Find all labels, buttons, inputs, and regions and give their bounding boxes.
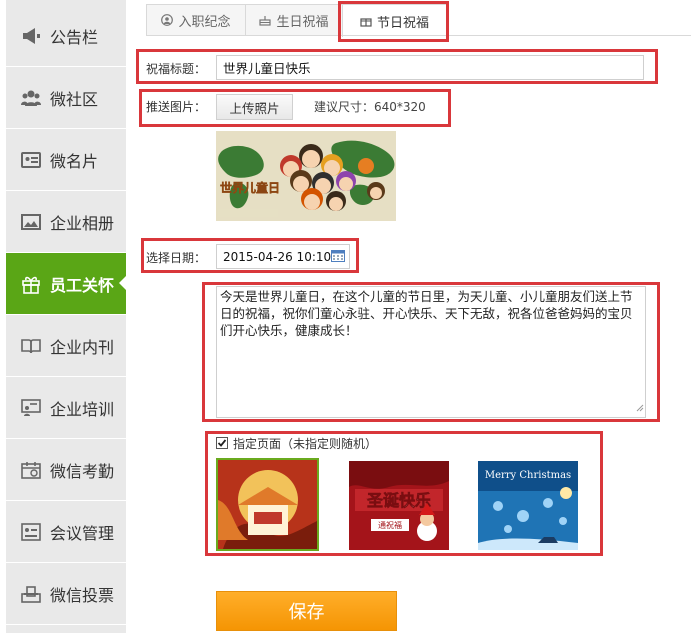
sidebar-item-meeting[interactable]: 会议管理 — [6, 501, 126, 563]
sidebar-item-album[interactable]: 企业相册 — [6, 191, 126, 253]
message-text: 今天是世界儿童日，在这个儿童的节日里，为天儿童、小儿童朋友们送上节日的祝福，祝你… — [220, 289, 633, 338]
template-thumbnail-1[interactable] — [216, 458, 319, 551]
sidebar-item-training[interactable]: 企业培训 — [6, 377, 126, 439]
cake-icon — [259, 14, 272, 26]
message-textarea[interactable]: 今天是世界儿童日，在这个儿童的节日里，为天儿童、小儿童朋友们送上节日的祝福，祝你… — [216, 286, 646, 418]
date-input[interactable]: 2015-04-26 10:10 — [216, 244, 350, 269]
size-hint: 建议尺寸：640*320 — [314, 100, 426, 114]
sidebar-item-label: 微信考勤 — [50, 461, 115, 481]
sidebar-item-label: 企业相册 — [50, 213, 115, 233]
tab-birthday-wishes[interactable]: 生日祝福 — [245, 4, 343, 35]
sidebar-item-label: 微社区 — [50, 89, 99, 109]
meeting-icon — [20, 522, 42, 542]
sidebar-item-label: 微信投票 — [50, 585, 115, 605]
resize-handle-icon[interactable] — [636, 399, 644, 416]
image-label: 推送图片： — [146, 100, 207, 114]
sidebar-item-vote[interactable]: 微信投票 — [6, 563, 126, 625]
calendar-icon[interactable] — [331, 249, 345, 262]
person-icon — [161, 14, 174, 26]
svg-text:圣诞快乐: 圣诞快乐 — [366, 491, 431, 510]
date-label: 选择日期： — [146, 251, 207, 265]
sidebar-item-label: 公告栏 — [50, 27, 99, 47]
sidebar-item-attendance[interactable]: 微信考勤 — [6, 439, 126, 501]
training-icon — [20, 398, 42, 418]
sidebar-item-label: 企业培训 — [50, 399, 115, 419]
sidebar-item-community[interactable]: 微社区 — [6, 67, 126, 129]
upload-photo-button[interactable]: 上传照片 — [216, 94, 293, 120]
thumbnail-2-caption: 通祝福 — [378, 520, 402, 530]
sidebar-item-journal[interactable]: 企业内刊 — [6, 315, 126, 377]
tab-divider — [146, 35, 691, 36]
sidebar-item-label: 企业内刊 — [50, 337, 115, 357]
title-input[interactable]: 世界儿童日快乐 — [216, 55, 644, 80]
thumbnail-3-caption: Merry Christmas — [485, 470, 571, 481]
title-label: 祝福标题： — [146, 62, 207, 76]
specify-page-label: 指定页面（未指定则随机） — [233, 437, 378, 451]
gift-icon — [20, 274, 42, 294]
date-value: 2015-04-26 10:10 — [223, 249, 332, 264]
sidebar-item-notice-board[interactable]: 公告栏 — [6, 5, 126, 67]
megaphone-icon — [20, 26, 42, 46]
sidebar-item-business-card[interactable]: 微名片 — [6, 129, 126, 191]
calendar-icon — [20, 460, 42, 480]
specify-page-checkbox[interactable] — [216, 437, 228, 449]
card-icon — [20, 150, 42, 170]
template-thumbnail-2[interactable]: 圣诞快乐 通祝福 — [349, 461, 449, 550]
image-icon — [20, 212, 42, 232]
vote-icon — [20, 584, 42, 604]
check-icon — [217, 439, 227, 447]
sidebar-item-label: 员工关怀 — [50, 275, 115, 295]
preview-image-caption: 世界儿童日 — [220, 180, 280, 195]
book-icon — [20, 336, 42, 356]
save-button[interactable]: 保存 — [216, 591, 397, 631]
tab-label: 生日祝福 — [276, 14, 329, 30]
tab-label: 节日祝福 — [376, 15, 429, 31]
template-thumbnail-3[interactable]: Merry Christmas — [478, 461, 578, 550]
tab-onboarding-anniversary[interactable]: 入职纪念 — [146, 4, 246, 35]
sidebar-item-label: 微名片 — [50, 151, 99, 171]
sidebar-item-label: 会议管理 — [50, 523, 115, 543]
preview-image: 世界儿童日 — [216, 131, 396, 221]
sidebar-item-employee-care[interactable]: 员工关怀 — [6, 253, 126, 315]
tab-label: 入职纪念 — [178, 14, 231, 30]
tab-holiday-wishes[interactable]: 节日祝福 — [342, 4, 447, 37]
people-icon — [20, 88, 42, 108]
sidebar: 公告栏 微社区 微名片 企业相册 员工关怀 企业内刊 企业培训 微信考勤 会议管… — [6, 0, 126, 633]
gift-icon — [360, 15, 372, 27]
